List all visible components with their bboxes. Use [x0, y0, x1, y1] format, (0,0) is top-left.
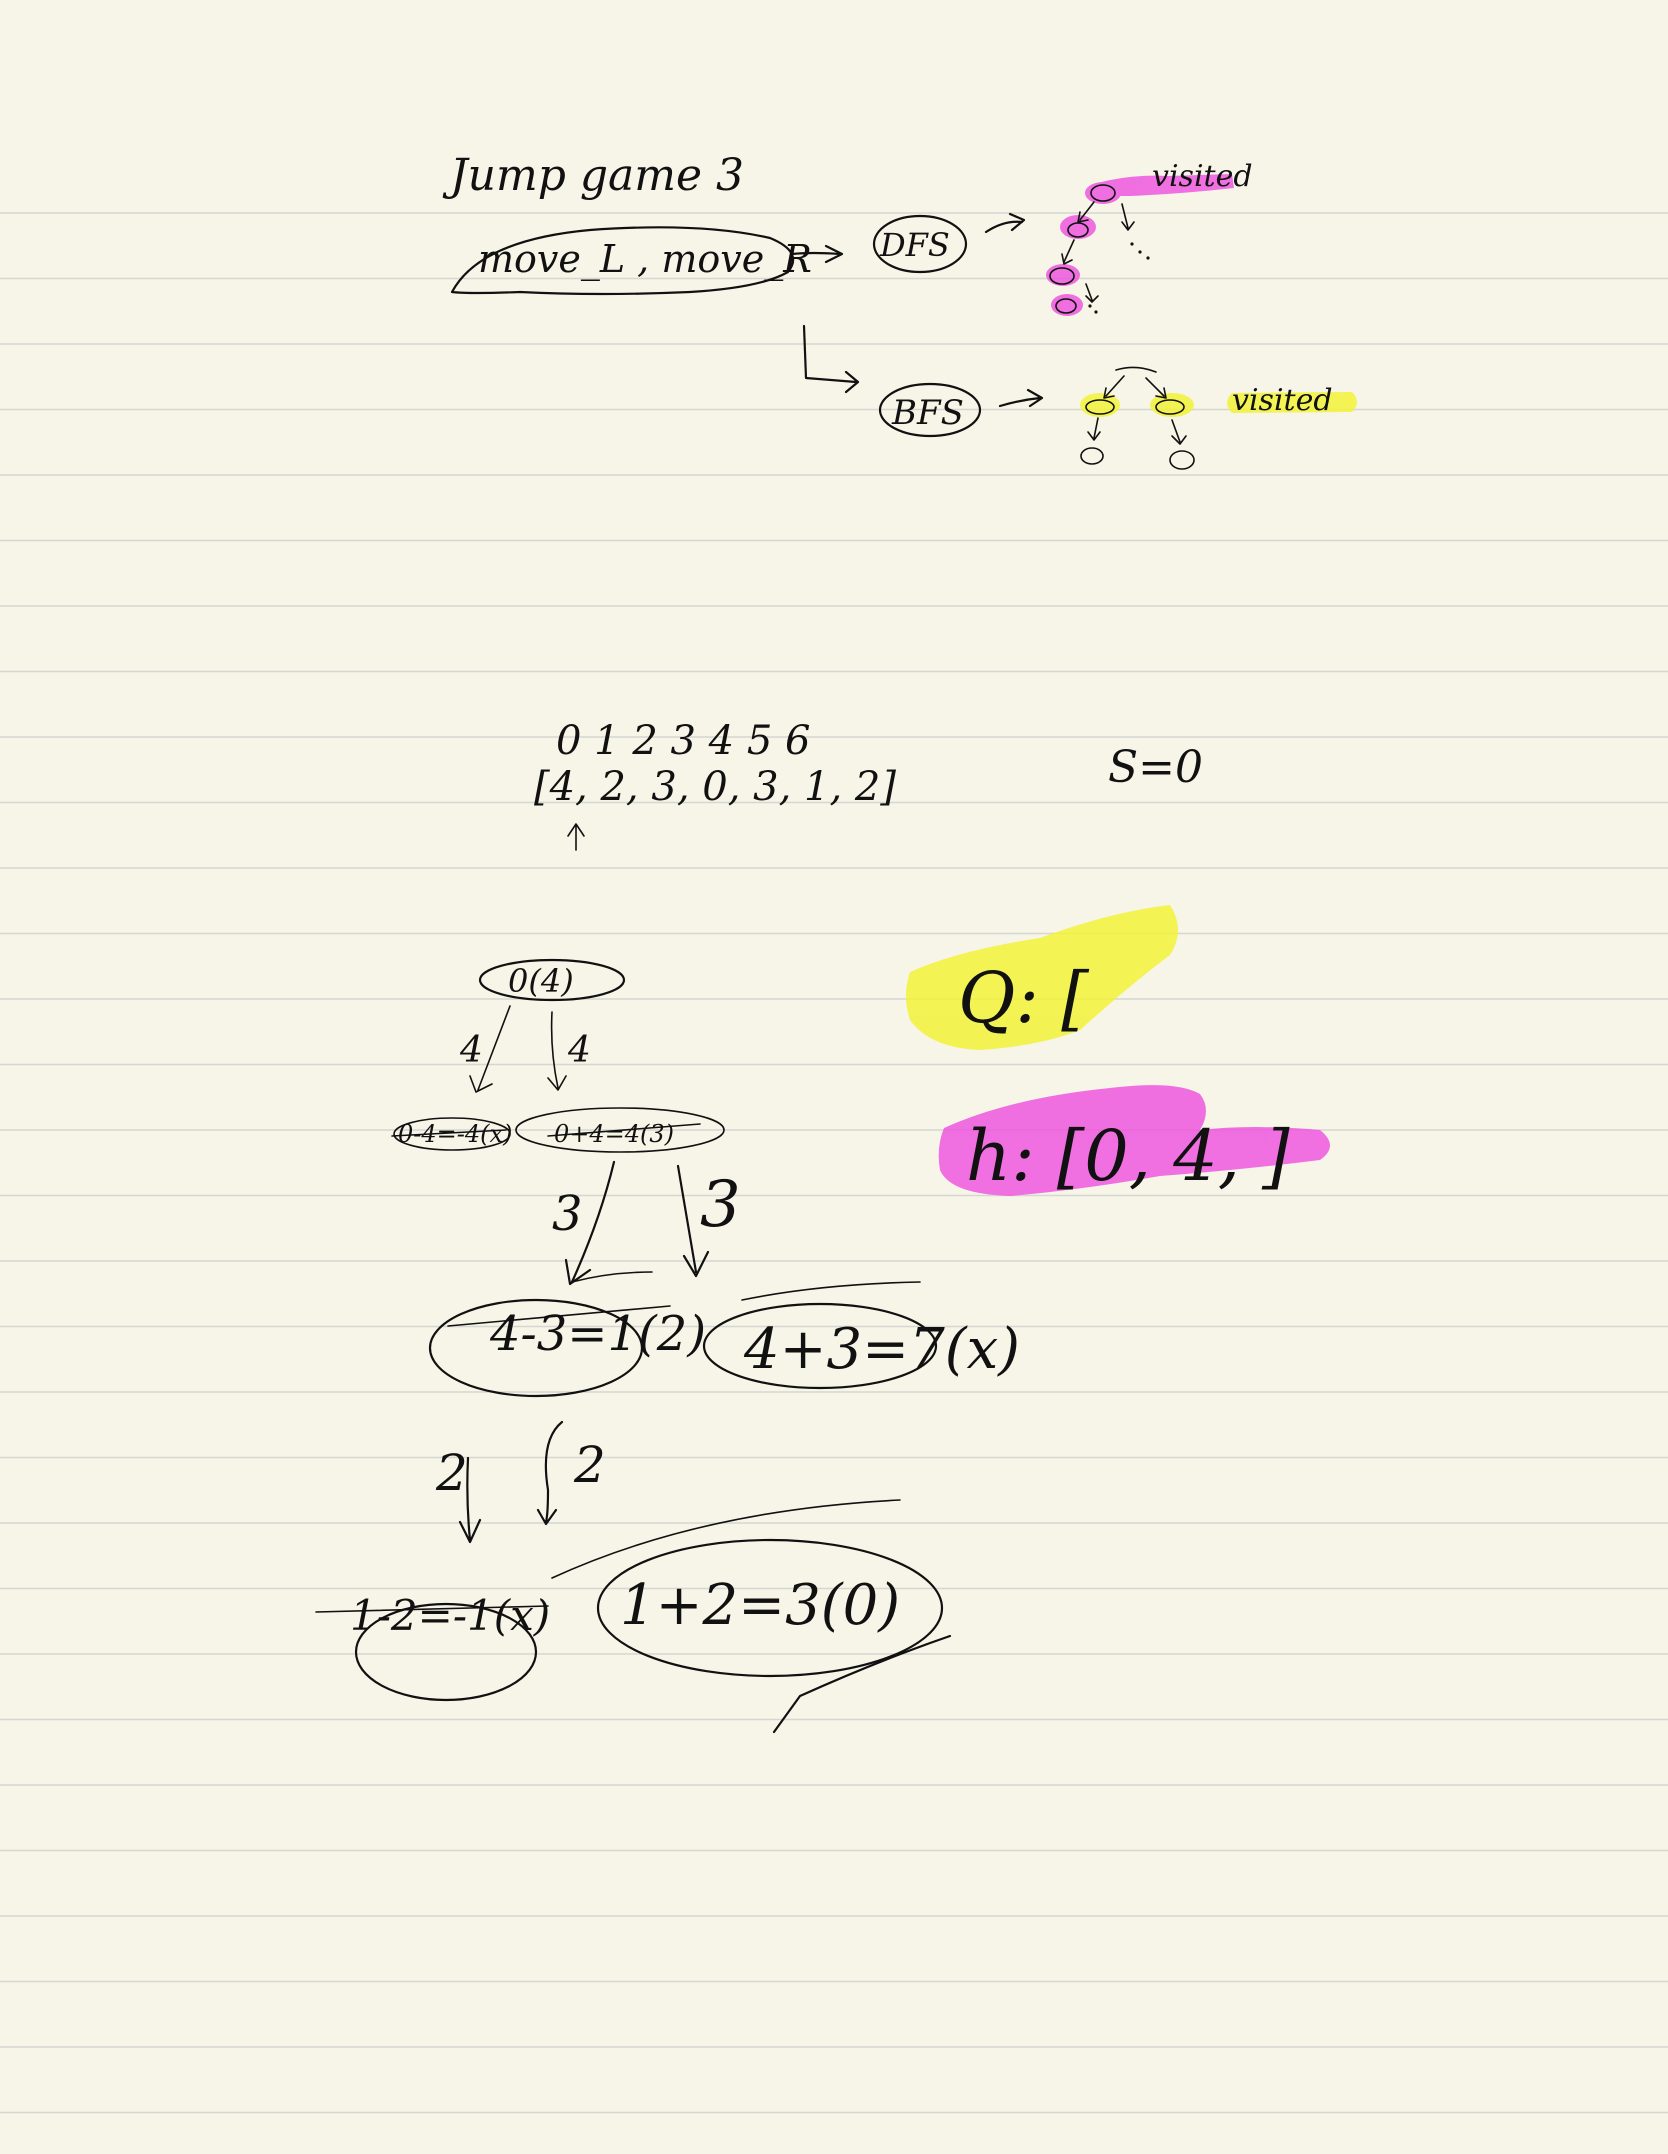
notebook-page: Jump game 3 move_L , move_R DFS BFS visi…	[0, 0, 1668, 2154]
array-indices: 0 1 2 3 4 5 6	[556, 718, 810, 764]
array-pointer-icon	[567, 823, 585, 851]
arrow-n3-right-icon	[536, 1420, 564, 1526]
arrow-dfs-graph-icon	[984, 212, 1026, 234]
visited-dfs-label: visited	[1152, 159, 1253, 194]
tree-node-n6-strike	[551, 1499, 901, 1579]
moves-label: move_L , move_R	[478, 237, 812, 282]
arrow-root-right-icon	[547, 1011, 567, 1091]
branch-label-2-left: 2	[435, 1444, 468, 1502]
bfs-graph	[1080, 366, 1195, 470]
handwriting-text: Jump game 3 move_L , move_R DFS BFS visi…	[350, 150, 1333, 1640]
branch-label-left: 4	[459, 1030, 483, 1071]
highlights	[906, 174, 1357, 1196]
branch-label-right: 4	[567, 1030, 591, 1071]
arrow-to-bfs-icon	[802, 324, 860, 394]
tree-node-n3: 4-3=1(2)	[489, 1306, 706, 1362]
arrow-bfs-graph-icon	[998, 388, 1044, 408]
tree-node-n4-strike	[741, 1281, 921, 1301]
visited-bfs-label: visited	[1232, 383, 1333, 418]
dfs-label: DFS	[879, 226, 950, 264]
tree-node-n6: 1+2=3(0)	[620, 1573, 900, 1638]
tree-root: 0(4)	[508, 962, 574, 1000]
start-label: S=0	[1108, 742, 1203, 793]
array-values: [4, 2, 3, 0, 3, 1, 2]	[534, 764, 896, 810]
visited-list: h: [0, 4, ]	[966, 1115, 1290, 1197]
note-title: Jump game 3	[442, 150, 744, 201]
branch-label-3-right: 3	[700, 1168, 741, 1242]
bfs-label: BFS	[891, 393, 964, 433]
notebook-canvas: Jump game 3 move_L , move_R DFS BFS visi…	[0, 150, 1668, 2114]
checkmark-icon	[772, 1634, 952, 1734]
tree-node-n4: 4+3=7(x)	[743, 1317, 1020, 1382]
branch-label-3-left: 3	[552, 1186, 583, 1242]
tree-node-n5: 1-2=-1(x)	[350, 1591, 550, 1640]
ruled-lines	[0, 212, 1668, 2114]
branch-label-2-right: 2	[573, 1436, 606, 1494]
queue-label: Q: [	[958, 957, 1089, 1039]
